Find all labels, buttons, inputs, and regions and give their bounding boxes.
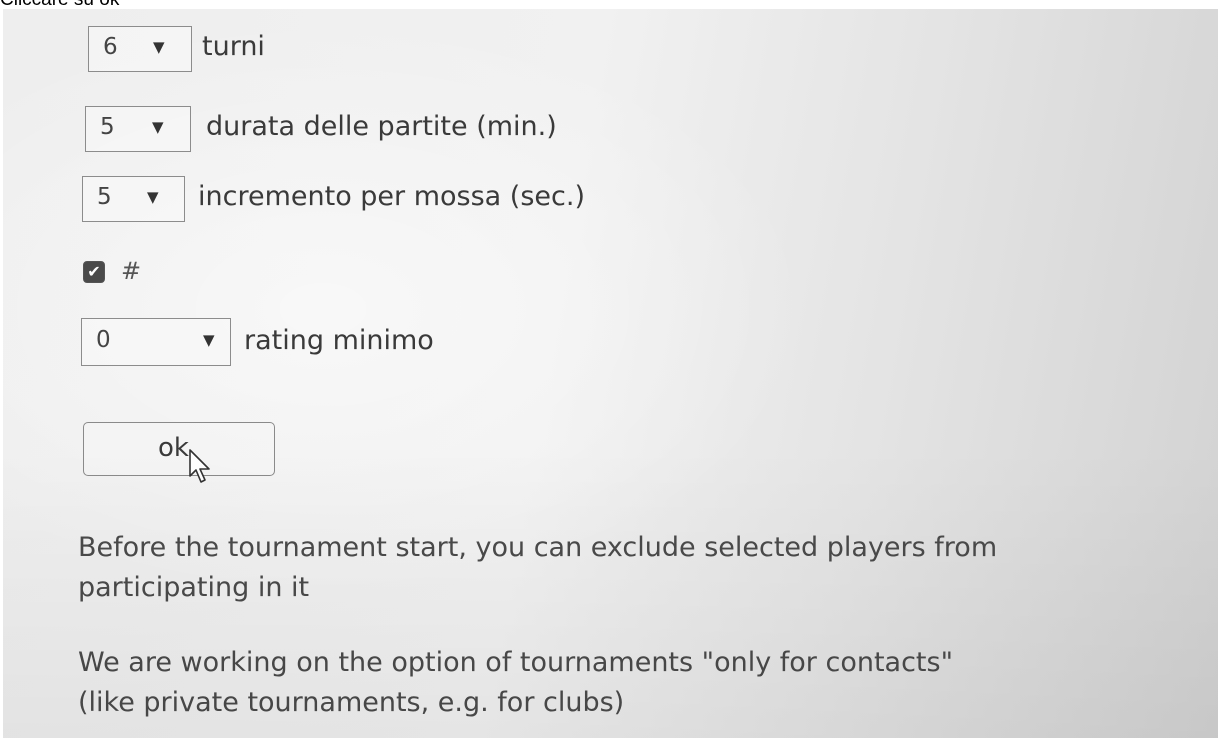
- min-rating-select[interactable]: 0 ▼: [81, 318, 231, 366]
- hash-label: #: [121, 257, 142, 285]
- min-rating-label: rating minimo: [244, 325, 434, 356]
- rounds-label: turni: [202, 31, 265, 62]
- note-line: (like private tournaments, e.g. for club…: [78, 687, 625, 718]
- increment-label: incremento per mossa (sec.): [198, 181, 585, 212]
- note-line: We are working on the option of tourname…: [78, 647, 954, 678]
- duration-label: durata delle partite (min.): [206, 111, 557, 142]
- note-line: Before the tournament start, you can exc…: [78, 532, 998, 563]
- rounds-select[interactable]: 6 ▼: [88, 26, 192, 72]
- rounds-value: 6: [103, 34, 118, 60]
- chevron-down-icon: ▼: [152, 118, 164, 136]
- ok-button[interactable]: ok: [83, 422, 275, 476]
- increment-value: 5: [97, 184, 112, 210]
- hash-checkbox[interactable]: ✔: [83, 261, 105, 283]
- pointer-cursor-icon: [189, 449, 210, 483]
- screen-photo: 6 ▼ turni 5 ▼ durata delle partite (min.…: [3, 9, 1218, 738]
- note-line: participating in it: [78, 572, 310, 603]
- chevron-down-icon: ▼: [203, 331, 215, 349]
- duration-select[interactable]: 5 ▼: [85, 106, 191, 152]
- chevron-down-icon: ▼: [147, 188, 159, 206]
- min-rating-value: 0: [96, 327, 111, 353]
- increment-select[interactable]: 5 ▼: [82, 176, 185, 222]
- caption: Cliccare su ok: [0, 0, 119, 10]
- duration-value: 5: [100, 114, 115, 140]
- ok-button-label: ok: [158, 433, 189, 463]
- chevron-down-icon: ▼: [153, 38, 165, 56]
- checkmark-icon: ✔: [87, 262, 101, 281]
- contacts-tournament-note: We are working on the option of tourname…: [78, 643, 953, 723]
- exclude-players-note: Before the tournament start, you can exc…: [78, 528, 997, 608]
